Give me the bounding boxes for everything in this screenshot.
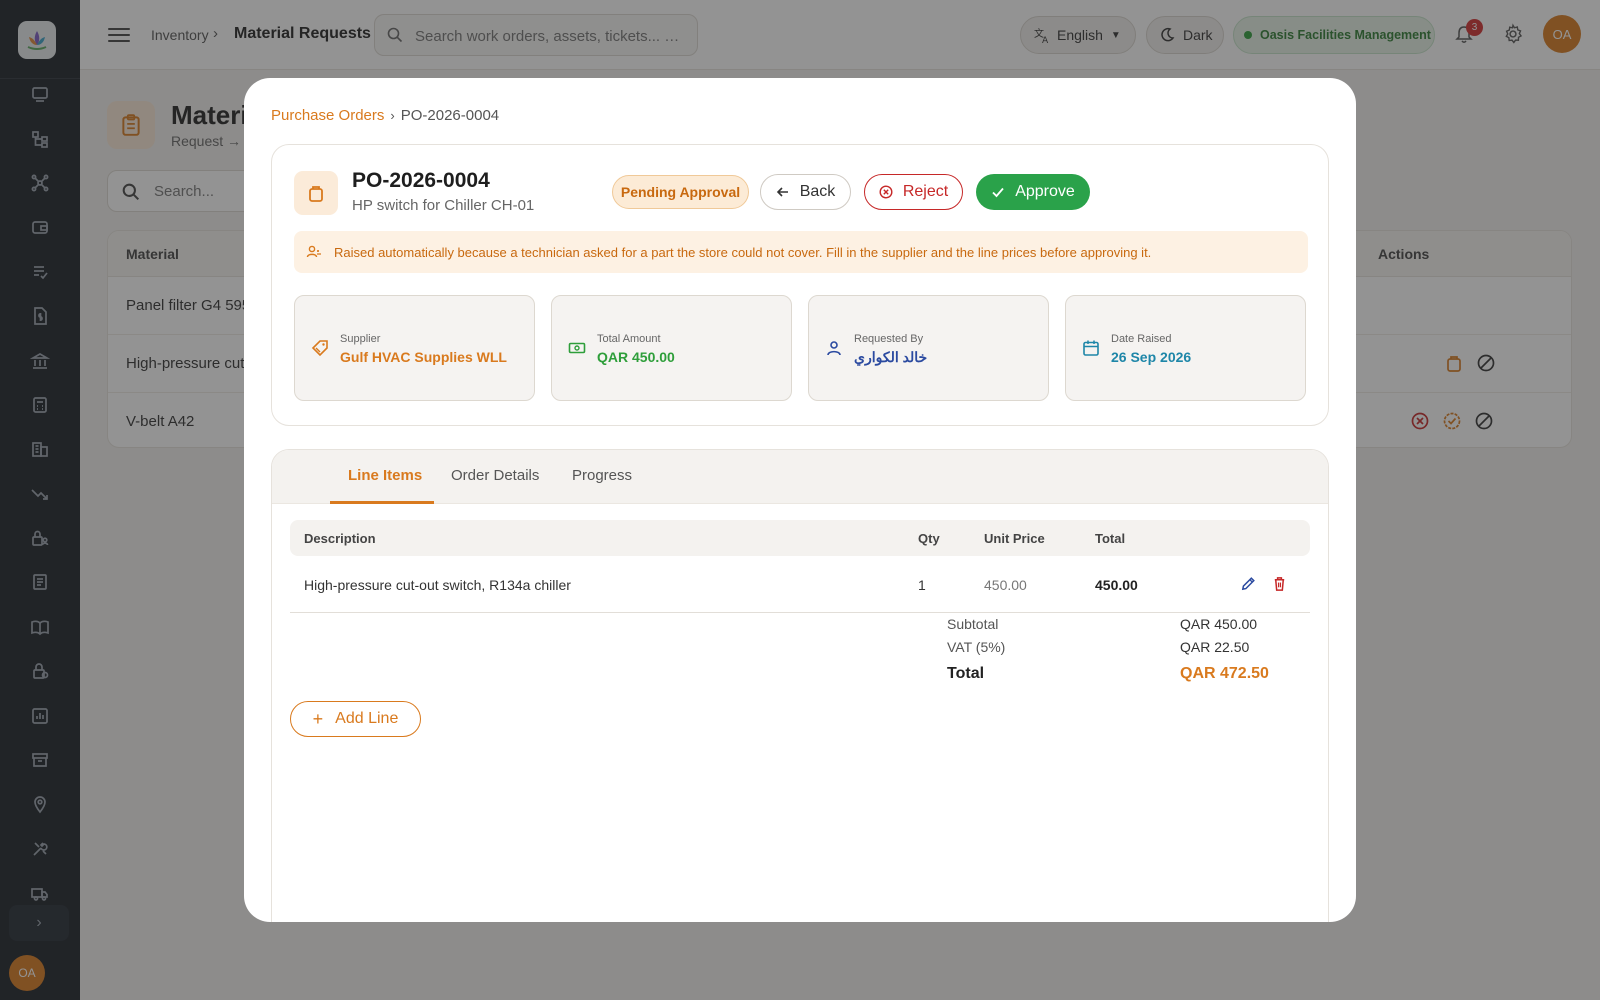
tab-progress[interactable]: Progress bbox=[572, 467, 632, 484]
add-line-label: Add Line bbox=[335, 710, 399, 727]
active-tab-indicator bbox=[330, 501, 434, 504]
line-description: High-pressure cut-out switch, R134a chil… bbox=[304, 577, 571, 593]
back-button[interactable]: Back bbox=[760, 174, 851, 210]
breadcrumb-po: PO-2026-0004 bbox=[400, 107, 500, 124]
tag-icon bbox=[311, 340, 328, 357]
reject-label: Reject bbox=[902, 183, 949, 200]
stat-label: Requested By bbox=[854, 333, 924, 345]
notice-text: Raised automatically because a technicia… bbox=[334, 244, 1152, 260]
stat-total-amount: Total Amount QAR 450.00 bbox=[551, 295, 792, 401]
reject-button[interactable]: Reject bbox=[864, 174, 963, 210]
modal-breadcrumb: Purchase Orders › PO-2026-0004 bbox=[271, 107, 499, 124]
stat-label: Total Amount bbox=[597, 333, 661, 345]
line-total: 450.00 bbox=[1095, 577, 1138, 593]
cash-icon bbox=[568, 342, 586, 354]
po-number: PO-2026-0004 bbox=[352, 169, 490, 192]
cancel-circle-icon bbox=[879, 185, 893, 199]
po-subtitle: HP switch for Chiller CH-01 bbox=[352, 197, 535, 214]
stat-value: QAR 450.00 bbox=[597, 349, 675, 365]
line-unit-price: 450.00 bbox=[984, 577, 1027, 593]
stat-value: Gulf HVAC Supplies WLL bbox=[340, 349, 507, 365]
col-unit-price: Unit Price bbox=[984, 531, 1045, 546]
stat-requested-by: Requested By خالد الكواري bbox=[808, 295, 1049, 401]
plus-icon: + bbox=[312, 708, 324, 729]
subtotal-value: QAR 450.00 bbox=[1180, 616, 1258, 632]
person-icon bbox=[827, 341, 841, 356]
shopping-bag-icon bbox=[294, 171, 338, 215]
user-assign-icon bbox=[306, 245, 321, 258]
stat-label: Supplier bbox=[340, 333, 381, 345]
po-header-card: PO-2026-0004 HP switch for Chiller CH-01… bbox=[271, 144, 1329, 426]
tab-bar: Line Items Order Details Progress bbox=[272, 450, 1328, 504]
col-description: Description bbox=[304, 531, 376, 546]
vat-label: VAT (5%) bbox=[947, 639, 1006, 655]
vat-value: QAR 22.50 bbox=[1180, 639, 1250, 655]
back-label: Back bbox=[799, 183, 836, 200]
edit-pencil-icon[interactable] bbox=[1240, 575, 1257, 592]
tab-order-details[interactable]: Order Details bbox=[451, 467, 539, 484]
line-items-card: Line Items Order Details Progress Descri… bbox=[271, 449, 1329, 922]
breadcrumb-purchase-orders[interactable]: Purchase Orders bbox=[271, 107, 384, 124]
chevron-right-icon: › bbox=[390, 108, 395, 123]
add-line-button[interactable]: + Add Line bbox=[290, 701, 421, 737]
grand-total-value: QAR 472.50 bbox=[1180, 665, 1269, 682]
subtotal-label: Subtotal bbox=[947, 616, 999, 632]
approve-button[interactable]: Approve bbox=[976, 174, 1090, 210]
approve-label: Approve bbox=[1015, 183, 1075, 200]
trash-icon[interactable] bbox=[1271, 575, 1288, 592]
info-notice: Raised automatically because a technicia… bbox=[294, 231, 1308, 273]
status-badge: Pending Approval bbox=[612, 175, 749, 209]
col-total: Total bbox=[1095, 531, 1126, 546]
arrow-left-icon bbox=[776, 187, 788, 197]
stat-value: 26 Sep 2026 bbox=[1111, 349, 1192, 365]
grand-total-label: Total bbox=[947, 665, 985, 682]
table-row[interactable]: High-pressure cut-out switch, R134a chil… bbox=[290, 556, 1310, 613]
row-actions bbox=[1240, 575, 1288, 592]
stat-label: Date Raised bbox=[1111, 333, 1172, 345]
stat-supplier: Supplier Gulf HVAC Supplies WLL bbox=[294, 295, 535, 401]
check-icon bbox=[992, 187, 1004, 198]
stat-value: خالد الكواري bbox=[854, 349, 928, 365]
col-qty: Qty bbox=[918, 531, 940, 546]
line-qty: 1 bbox=[918, 577, 926, 593]
purchase-order-modal: Purchase Orders › PO-2026-0004 PO-2026-0… bbox=[244, 78, 1356, 922]
stat-date-raised: Date Raised 26 Sep 2026 bbox=[1065, 295, 1306, 401]
line-items-table: Description Qty Unit Price Total High-pr… bbox=[290, 520, 1310, 682]
tab-line-items[interactable]: Line Items bbox=[348, 467, 422, 484]
table-header: Description Qty Unit Price Total bbox=[290, 520, 1310, 556]
calendar-icon bbox=[1083, 340, 1099, 356]
